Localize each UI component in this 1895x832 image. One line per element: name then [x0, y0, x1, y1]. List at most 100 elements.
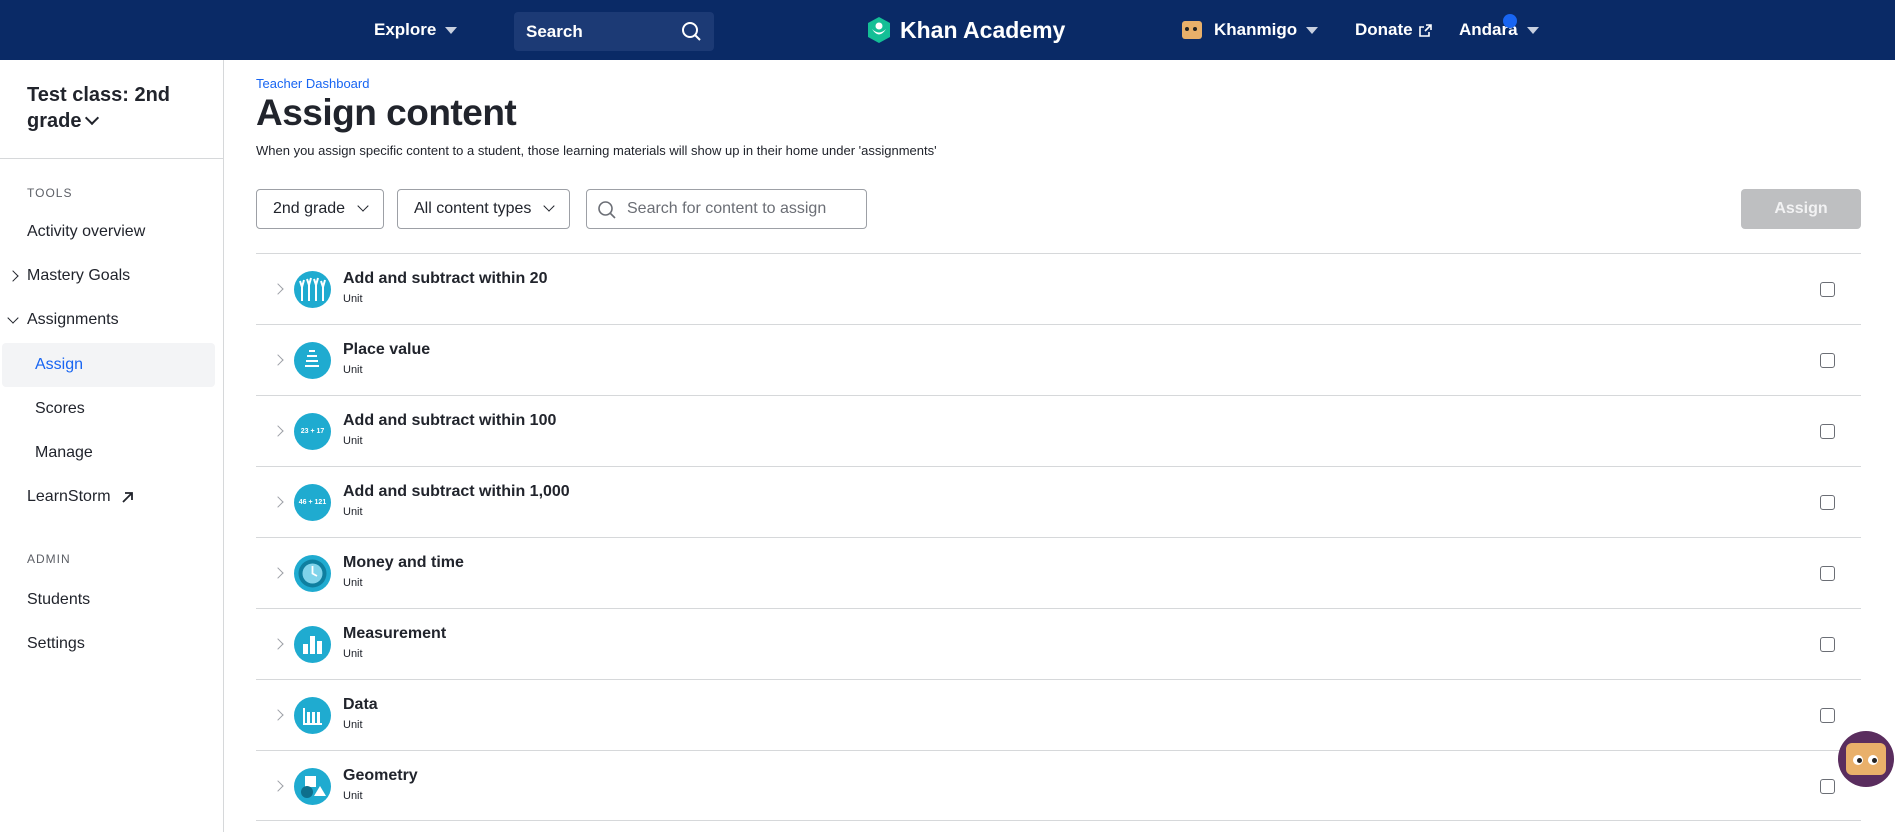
search-icon	[598, 201, 616, 219]
donate-label: Donate	[1355, 20, 1413, 39]
unit-title: Add and subtract within 100	[343, 412, 557, 429]
sidebar-item-manage[interactable]: Manage	[35, 441, 93, 465]
tools-section-label: TOOLS	[27, 186, 73, 200]
chevron-right-icon[interactable]	[272, 780, 284, 792]
sidebar-item-mastery-goals[interactable]: Mastery Goals	[27, 264, 130, 288]
unit-title: Place value	[343, 341, 431, 358]
learnstorm-label: LearnStorm	[27, 488, 111, 505]
page-description: When you assign specific content to a st…	[256, 143, 937, 158]
chevron-right-icon[interactable]	[272, 496, 284, 508]
unit-type: Unit	[343, 506, 363, 518]
clock-icon	[294, 555, 331, 592]
external-link-icon	[1418, 23, 1432, 37]
sidebar-item-learnstorm[interactable]: LearnStorm	[27, 485, 134, 509]
khan-logo-icon	[868, 17, 890, 43]
list-item[interactable]: Place value Unit	[256, 324, 1861, 395]
chevron-right-icon[interactable]	[272, 354, 284, 366]
select-checkbox[interactable]	[1820, 282, 1835, 297]
chevron-down-icon	[445, 26, 458, 34]
sum-icon: 23 + 17	[294, 413, 331, 450]
khanmigo-menu[interactable]: Khanmigo	[1182, 0, 1319, 60]
select-checkbox[interactable]	[1820, 495, 1835, 510]
grade-filter-dropdown[interactable]: 2nd grade	[256, 189, 385, 229]
content-type-dropdown[interactable]: All content types	[397, 189, 571, 229]
sidebar-item-settings[interactable]: Settings	[27, 632, 85, 656]
user-menu[interactable]: Andara	[1459, 0, 1539, 60]
chevron-right-icon[interactable]	[272, 709, 284, 721]
khanmigo-chat-button[interactable]	[1838, 731, 1894, 787]
select-checkbox[interactable]	[1820, 708, 1835, 723]
unit-type: Unit	[343, 293, 363, 305]
notification-dot	[1503, 14, 1517, 28]
assign-button[interactable]: Assign	[1741, 189, 1861, 229]
chevron-down-icon[interactable]	[7, 312, 19, 324]
khanmigo-label: Khanmigo	[1214, 20, 1298, 39]
hands-icon	[294, 271, 331, 308]
sidebar-item-students[interactable]: Students	[27, 588, 90, 612]
chevron-down-icon	[1526, 26, 1539, 34]
select-checkbox[interactable]	[1820, 779, 1835, 794]
unit-type: Unit	[343, 648, 363, 660]
content-type-value: All content types	[414, 200, 532, 217]
unit-type: Unit	[343, 790, 363, 802]
shapes-icon	[294, 768, 331, 805]
data-icon	[294, 697, 331, 734]
sidebar-item-activity-overview[interactable]: Activity overview	[27, 220, 145, 244]
arrow-up-right-icon	[121, 491, 133, 503]
page-title: Assign content	[256, 92, 517, 133]
chevron-right-icon[interactable]	[272, 638, 284, 650]
list-item[interactable]: Add and subtract within 20 Unit	[256, 253, 1861, 324]
select-checkbox[interactable]	[1820, 566, 1835, 581]
unit-type: Unit	[343, 435, 363, 447]
unit-title: Measurement	[343, 625, 447, 642]
list-item[interactable]: 46 + 121 Add and subtract within 1,000 U…	[256, 466, 1861, 537]
sidebar-item-assign[interactable]: Assign	[35, 353, 83, 377]
sidebar-item-scores[interactable]: Scores	[35, 397, 85, 421]
unit-title: Money and time	[343, 554, 464, 571]
unit-list: Add and subtract within 20 Unit Place va…	[256, 253, 1861, 821]
divider	[0, 158, 223, 159]
explore-menu[interactable]: Explore	[374, 0, 458, 60]
khan-academy-logo[interactable]: Khan Academy	[866, 0, 1065, 60]
class-selector[interactable]: Test class: 2nd grade	[27, 82, 207, 134]
select-checkbox[interactable]	[1820, 424, 1835, 439]
logo-text: Khan Academy	[900, 16, 1066, 43]
sidebar: Test class: 2nd grade TOOLS Activity ove…	[0, 60, 224, 832]
chevron-right-icon[interactable]	[7, 270, 19, 282]
breadcrumb[interactable]: Teacher Dashboard	[256, 76, 369, 91]
search-placeholder: Search for content to assign	[627, 200, 827, 217]
explore-label: Explore	[374, 20, 437, 39]
khanmigo-face-icon	[1846, 743, 1886, 775]
active-item-highlight	[2, 343, 215, 387]
search-icon	[682, 22, 701, 41]
global-search[interactable]: Search	[514, 12, 714, 51]
top-nav: Explore Search Khan Academy Khanmigo Don…	[0, 0, 1895, 60]
content-search-input[interactable]: Search for content to assign	[586, 189, 867, 229]
search-label: Search	[526, 21, 583, 41]
sidebar-item-assignments[interactable]: Assignments	[27, 308, 119, 332]
admin-section-label: ADMIN	[27, 552, 71, 566]
place-value-icon	[294, 342, 331, 379]
chevron-down-icon	[1306, 26, 1319, 34]
khanmigo-icon	[1182, 21, 1202, 39]
list-item[interactable]: Money and time Unit	[256, 537, 1861, 608]
class-title: Test class: 2nd grade	[27, 84, 171, 132]
chevron-down-icon	[85, 110, 100, 126]
list-item[interactable]: Measurement Unit	[256, 608, 1861, 679]
chevron-right-icon[interactable]	[272, 567, 284, 579]
list-item[interactable]: 23 + 17 Add and subtract within 100 Unit	[256, 395, 1861, 466]
unit-type: Unit	[343, 364, 363, 376]
unit-title: Data	[343, 696, 378, 713]
chevron-down-icon	[543, 200, 556, 212]
list-item[interactable]: Geometry Unit	[256, 750, 1861, 821]
unit-title: Geometry	[343, 767, 418, 784]
unit-type: Unit	[343, 719, 363, 731]
chevron-right-icon[interactable]	[272, 425, 284, 437]
select-checkbox[interactable]	[1820, 353, 1835, 368]
unit-title: Add and subtract within 1,000	[343, 483, 570, 500]
select-checkbox[interactable]	[1820, 637, 1835, 652]
chevron-right-icon[interactable]	[272, 283, 284, 295]
list-item[interactable]: Data Unit	[256, 679, 1861, 750]
bars-icon	[294, 626, 331, 663]
donate-link[interactable]: Donate	[1355, 0, 1432, 60]
